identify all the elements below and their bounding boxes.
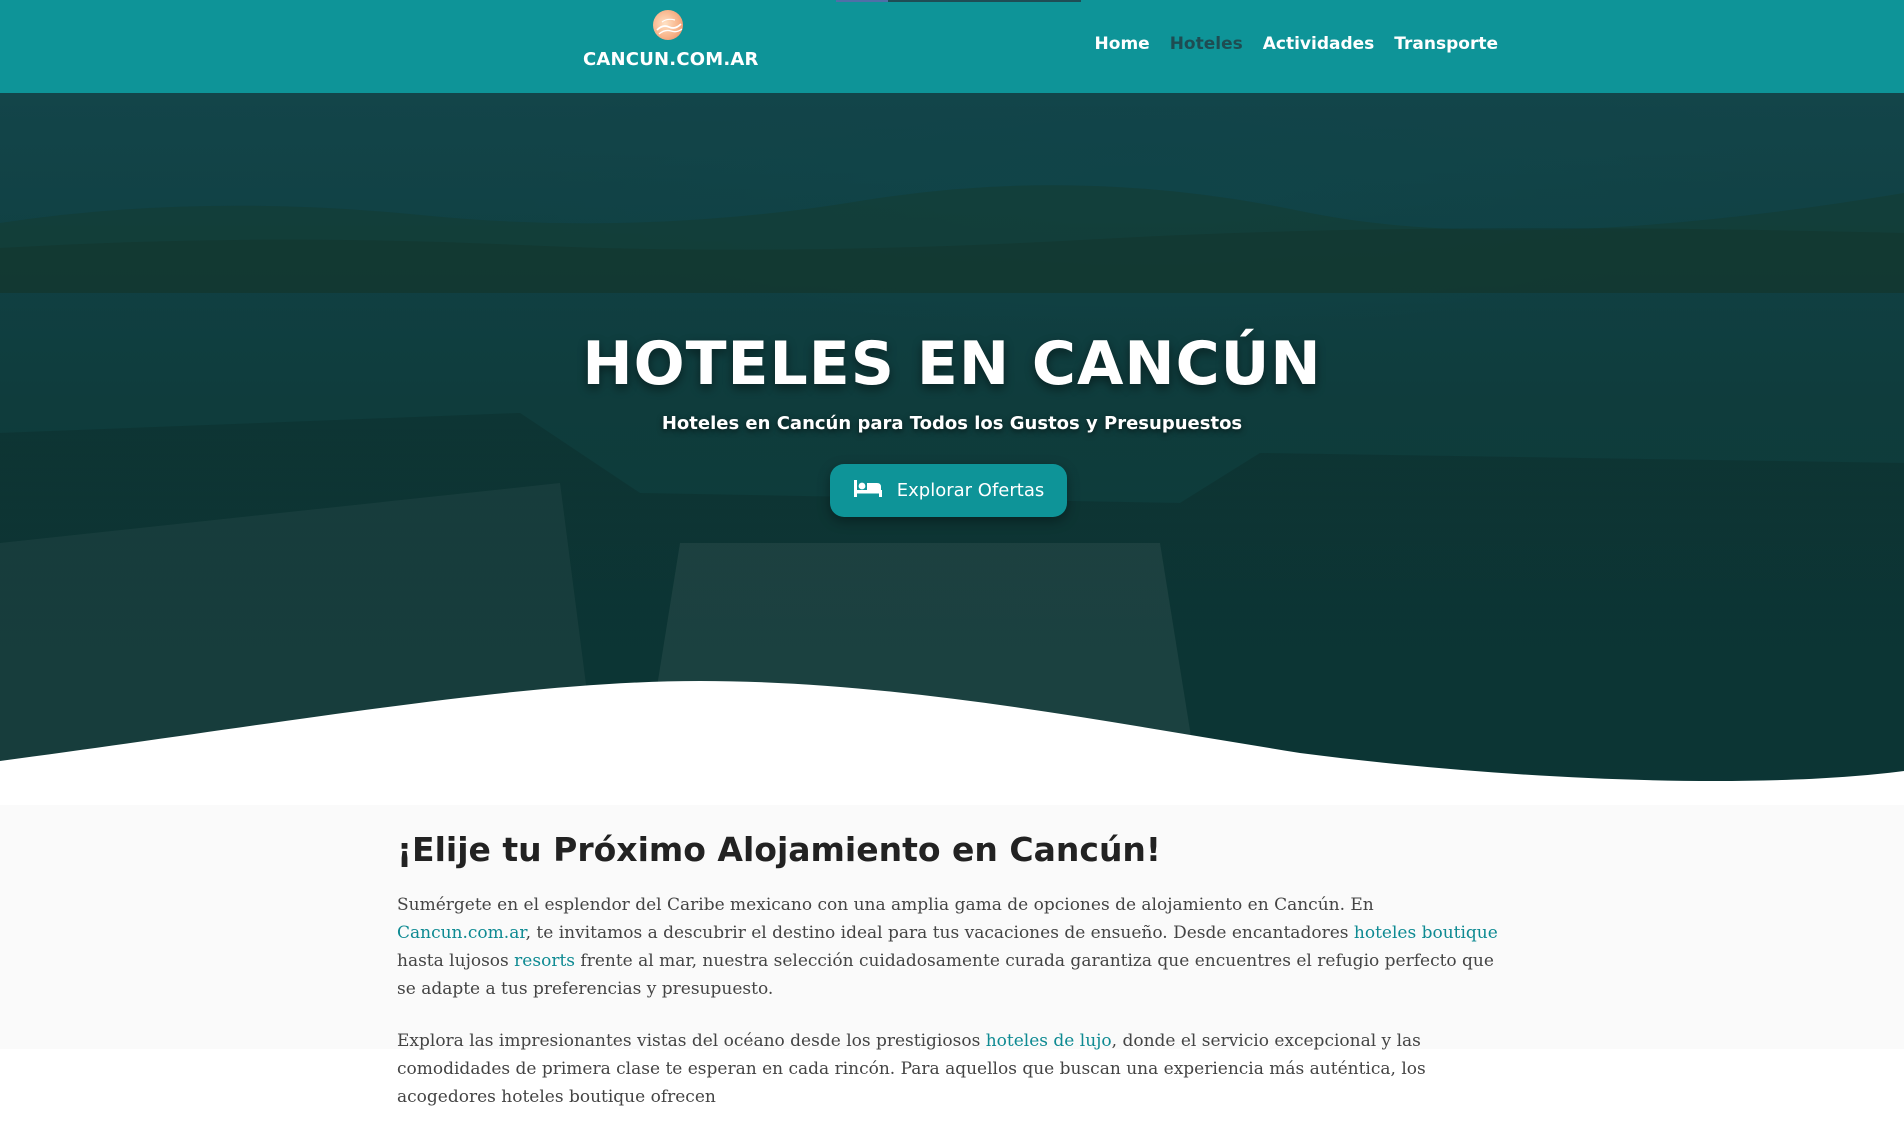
hero-title: HOTELES EN CANCÚN xyxy=(582,329,1322,399)
text-span: , te invitamos a descubrir el destino id… xyxy=(525,923,1354,943)
site-header: CANCUN.COM.AR Home Hoteles Actividades T… xyxy=(0,0,1904,93)
content-container: ¡Elije tu Próximo Alojamiento en Cancún!… xyxy=(397,830,1507,1135)
bed-icon xyxy=(853,478,883,503)
nav-actividades[interactable]: Actividades xyxy=(1263,34,1375,54)
link-cancun-com-ar[interactable]: Cancun.com.ar xyxy=(397,923,526,943)
hero-wave-divider xyxy=(0,681,1904,805)
section-heading: ¡Elije tu Próximo Alojamiento en Cancún! xyxy=(397,830,1161,869)
logo-text: CANCUN.COM.AR xyxy=(583,49,759,70)
hero-section: HOTELES EN CANCÚN Hoteles en Cancún para… xyxy=(0,93,1904,805)
text-span: Sumérgete en el esplendor del Caribe mex… xyxy=(397,895,1374,915)
text-span: Explora las impresionantes vistas del oc… xyxy=(397,1031,986,1051)
link-hoteles-de-lujo[interactable]: hoteles de lujo xyxy=(986,1031,1112,1051)
content-section: ¡Elije tu Próximo Alojamiento en Cancún!… xyxy=(0,805,1904,1107)
link-hoteles-boutique[interactable]: hoteles boutique xyxy=(1354,923,1498,943)
main-nav: Home Hoteles Actividades Transporte xyxy=(1095,34,1498,54)
second-paragraph: Explora las impresionantes vistas del oc… xyxy=(397,1027,1507,1111)
intro-paragraph: Sumérgete en el esplendor del Caribe mex… xyxy=(397,891,1507,1003)
nav-hoteles[interactable]: Hoteles xyxy=(1170,34,1243,54)
explore-offers-button[interactable]: Explorar Ofertas xyxy=(830,464,1067,517)
logo-sun-icon xyxy=(653,10,683,40)
hero-background-shoreline xyxy=(0,185,1904,293)
nav-home[interactable]: Home xyxy=(1095,34,1150,54)
top-accent-bar xyxy=(836,0,1081,2)
nav-transporte[interactable]: Transporte xyxy=(1394,34,1498,54)
hero-subtitle: Hoteles en Cancún para Todos los Gustos … xyxy=(661,413,1243,434)
link-resorts[interactable]: resorts xyxy=(514,951,575,971)
text-span: hasta lujosos xyxy=(397,951,515,971)
explore-offers-label: Explorar Ofertas xyxy=(896,480,1045,501)
site-logo[interactable]: CANCUN.COM.AR xyxy=(583,10,759,70)
